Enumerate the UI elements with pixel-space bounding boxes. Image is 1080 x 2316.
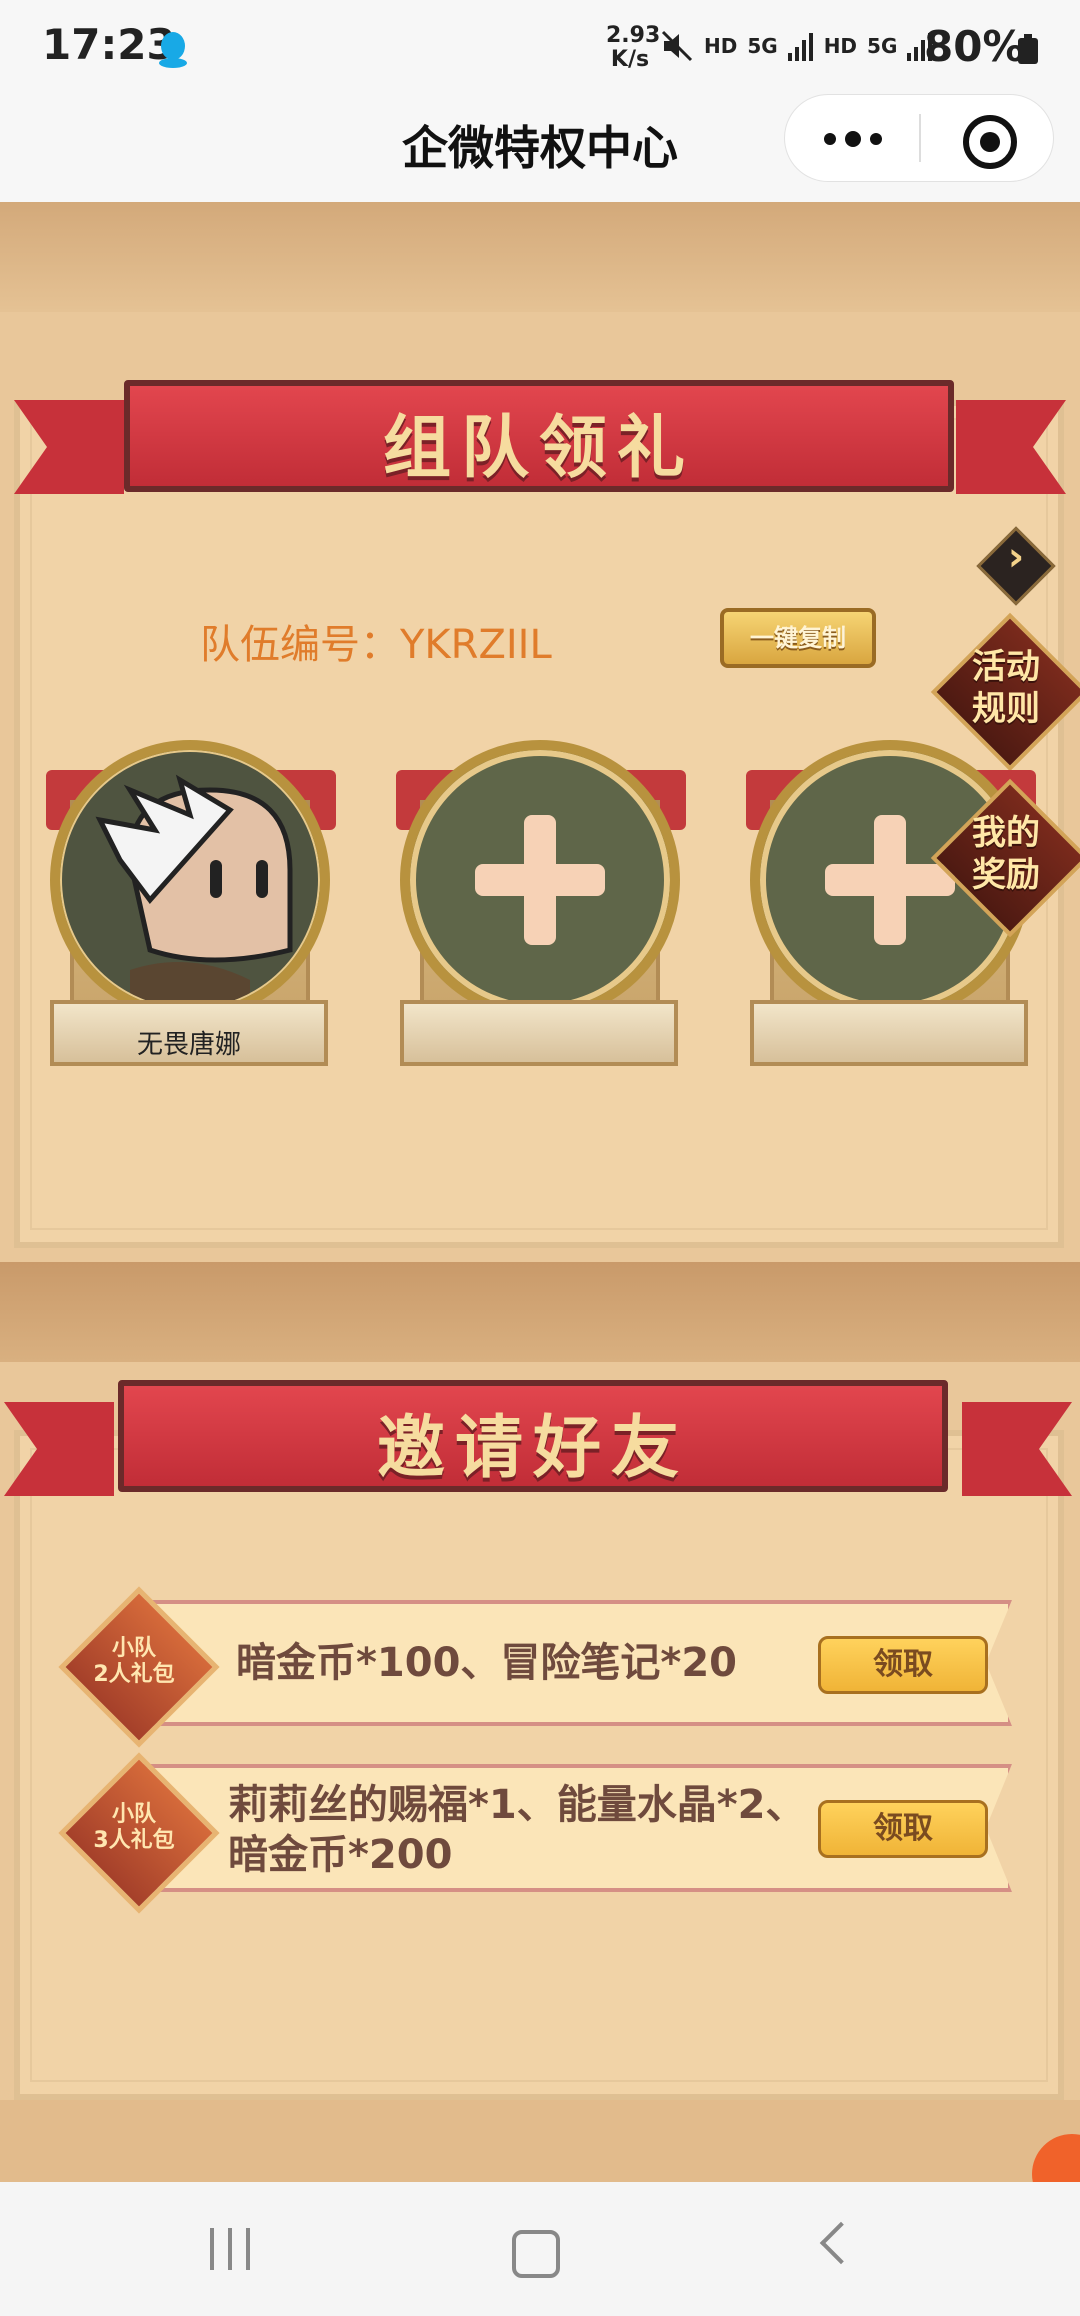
team-id-label: 队伍编号：YKRZIIL — [200, 622, 552, 668]
plus-icon — [524, 815, 556, 945]
net-speed-unit: K/s — [610, 47, 650, 72]
invite-banner-title: 邀请好友 — [376, 1408, 689, 1488]
hd-indicator: HD — [823, 34, 858, 58]
activity-rules-button[interactable]: 活动 规则 — [946, 646, 1066, 730]
reward-badge-label: 小队 3人礼包 — [74, 1802, 194, 1854]
rules-line-1: 活动 — [972, 647, 1040, 687]
network-5g-indicator: 5G — [867, 34, 898, 58]
signal-icon — [787, 33, 813, 61]
badge-line-1: 小队 — [111, 1636, 156, 1661]
close-target-icon[interactable] — [962, 114, 1018, 170]
mute-icon — [661, 30, 693, 62]
avatar-portrait — [62, 752, 318, 1008]
member-name-plate — [400, 1000, 678, 1066]
reward-badge-label: 小队 2人礼包 — [74, 1636, 194, 1688]
capsule-divider — [919, 114, 921, 162]
battery-percent: 80% — [924, 22, 1025, 71]
net-speed: 2.93 K/s — [606, 23, 661, 72]
rules-line-2: 规则 — [972, 689, 1040, 729]
reward-line: 暗金币*100、冒险笔记*20 — [236, 1640, 737, 1686]
copy-team-id-button[interactable]: 一键复制 — [720, 608, 876, 668]
network-5g-indicator: 5G — [747, 34, 778, 58]
status-indicators: HD 5G HD 5G — [660, 26, 933, 66]
badge-line-2: 2人礼包 — [93, 1662, 175, 1687]
recent-apps-icon[interactable] — [210, 2228, 250, 2270]
reward-description: 暗金币*100、冒险笔记*20 — [236, 1638, 737, 1688]
map-decoration-band — [0, 1262, 1080, 1362]
hd-indicator: HD — [704, 34, 738, 58]
map-decoration — [0, 202, 1080, 312]
rewards-line-2: 奖励 — [972, 855, 1040, 895]
page-title: 企微特权中心 — [402, 121, 678, 175]
member-name: 无畏唐娜 — [136, 1030, 241, 1060]
my-rewards-label[interactable]: 我的 奖励 — [946, 812, 1066, 896]
claim-button[interactable]: 领取 — [818, 1800, 988, 1858]
member-name-plate — [750, 1000, 1028, 1066]
chevron-right-icon: › — [1007, 534, 1025, 580]
plus-icon — [874, 815, 906, 945]
net-speed-value: 2.93 — [606, 23, 661, 48]
reward-line: 暗金币*200 — [228, 1832, 453, 1878]
reward-description: 莉莉丝的赐福*1、能量水晶*2、 暗金币*200 — [228, 1780, 806, 1880]
badge-line-1: 小队 — [111, 1802, 156, 1827]
rewards-line-1: 我的 — [972, 813, 1040, 853]
claim-button[interactable]: 领取 — [818, 1636, 988, 1694]
qq-icon — [159, 32, 187, 68]
reward-line: 莉莉丝的赐福*1、能量水晶*2、 — [228, 1782, 806, 1828]
more-icon[interactable] — [820, 124, 886, 154]
badge-line-2: 3人礼包 — [93, 1828, 175, 1853]
bottom-decoration — [0, 2100, 1080, 2182]
battery-icon — [1018, 34, 1038, 64]
home-icon[interactable] — [512, 2230, 560, 2278]
team-banner-title: 组队领礼 — [382, 408, 695, 488]
